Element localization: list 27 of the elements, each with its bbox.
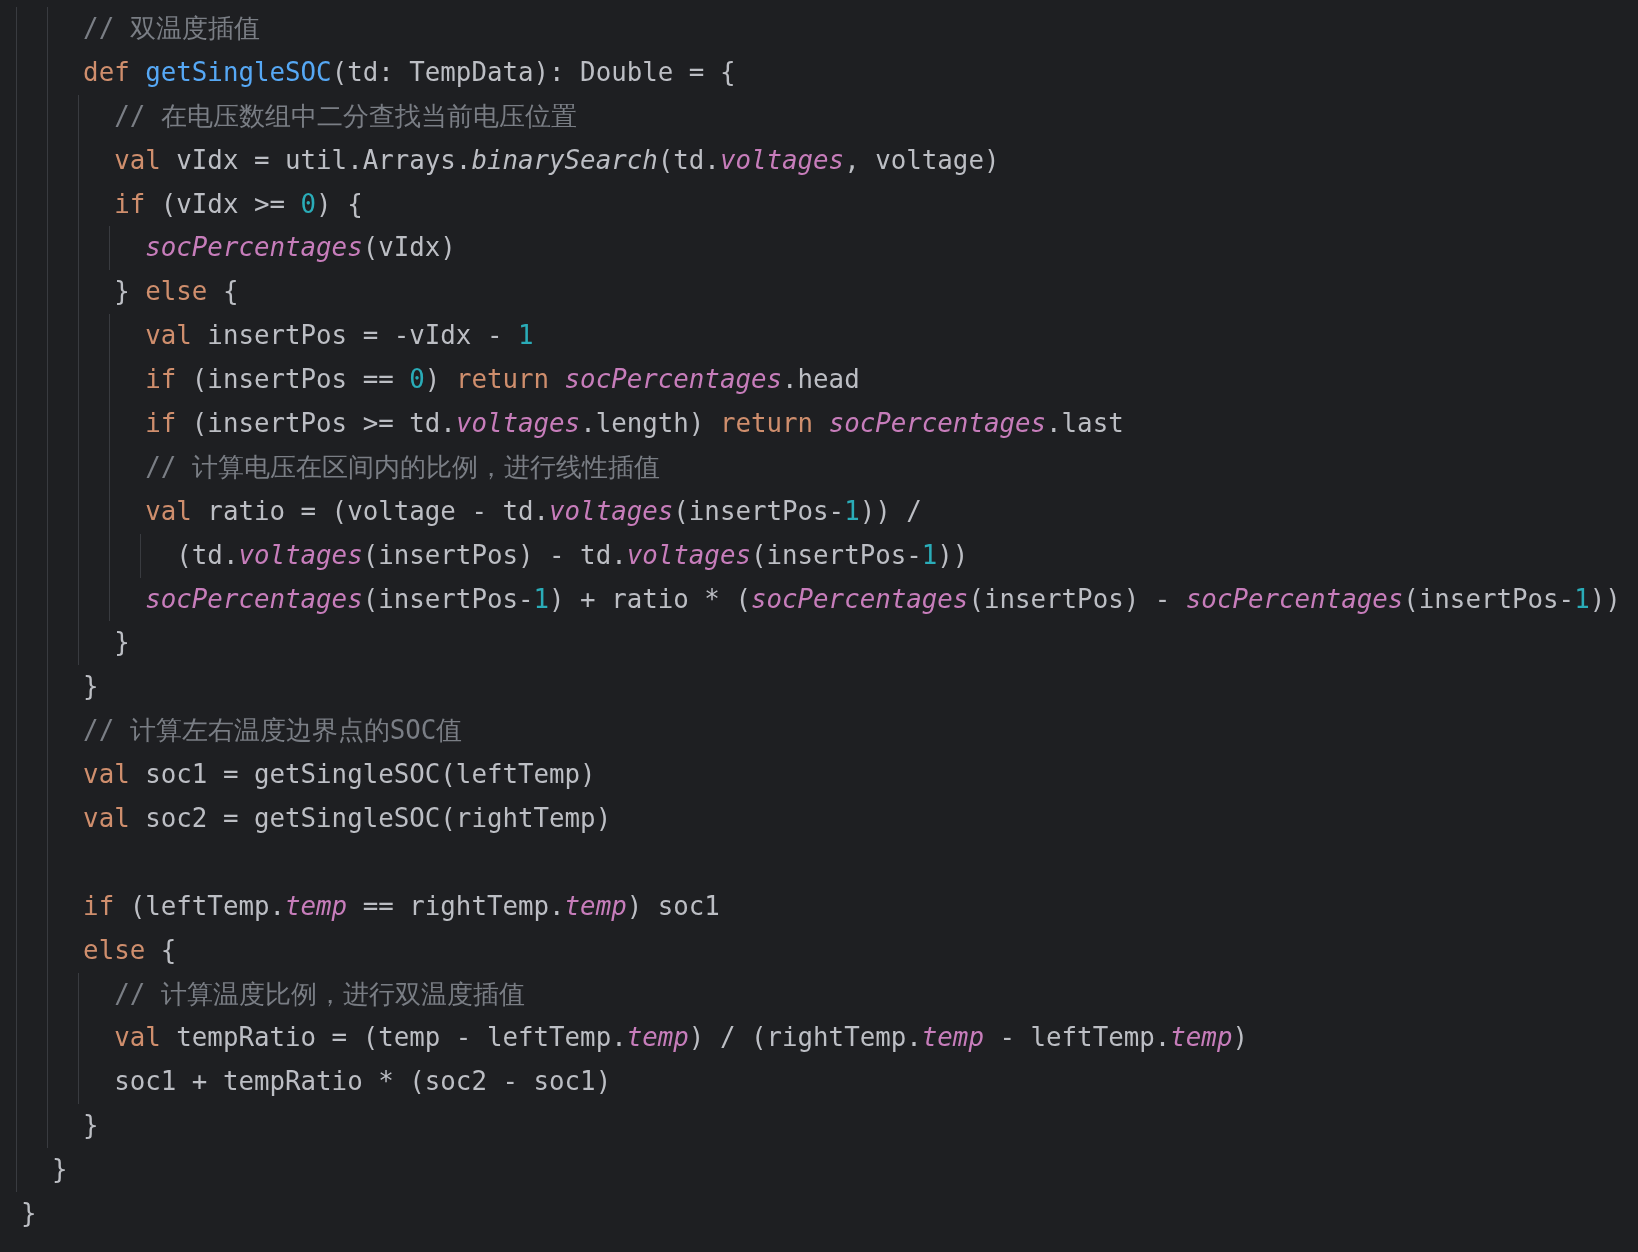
code-line: // 计算左右温度边界点的SOC值 <box>82 715 463 746</box>
code-line: val ratio = (voltage - td.voltages(insertPos-1)) / <box>144 495 922 526</box>
code-line: } else { <box>113 276 239 307</box>
code-line: (td.voltages(insertPos) - td.voltages(insertPos-1)) <box>175 539 969 570</box>
code-line: soc1 + tempRatio * (soc2 - soc1) <box>113 1066 612 1097</box>
code-line: val tempRatio = (temp - leftTemp.temp) / (rightTemp.temp - leftTemp.temp) <box>113 1022 1248 1053</box>
code-line: val insertPos = -vIdx - 1 <box>144 320 534 351</box>
code-line: if (vIdx >= 0) { <box>113 188 363 219</box>
code-line: } <box>51 1154 68 1185</box>
code-line: else { <box>82 934 177 965</box>
code-line: // 在电压数组中二分查找当前电压位置 <box>113 100 577 131</box>
code-line: // 双温度插值 <box>82 13 260 43</box>
code-line: socPercentages(vIdx) <box>144 232 456 263</box>
code-line: socPercentages(insertPos-1) + ratio * (socPercentages(insertPos) - socPercentages(insertPos-1)) <box>144 583 1621 614</box>
code-line: } <box>113 627 130 658</box>
code-line: } <box>82 671 99 702</box>
code-line: } <box>82 1110 99 1141</box>
code-line: } <box>21 1198 37 1229</box>
code-line: // 计算温度比例，进行双温度插值 <box>113 978 525 1009</box>
code-line: if (leftTemp.temp == rightTemp.temp) soc1 <box>82 890 720 921</box>
code-line: val soc1 = getSingleSOC(leftTemp) <box>82 759 596 790</box>
code-line: val vIdx = util.Arrays.binarySearch(td.voltages, voltage) <box>113 144 1000 175</box>
code-line: if (insertPos == 0) return socPercentages.head <box>144 364 860 395</box>
code-line: // 计算电压在区间内的比例，进行线性插值 <box>144 451 660 482</box>
code-line: val soc2 = getSingleSOC(rightTemp) <box>82 803 612 834</box>
code-line: if (insertPos >= td.voltages.length) return socPercentages.last <box>144 408 1124 438</box>
code-line: def getSingleSOC(td: TempData): Double = { <box>82 56 736 87</box>
